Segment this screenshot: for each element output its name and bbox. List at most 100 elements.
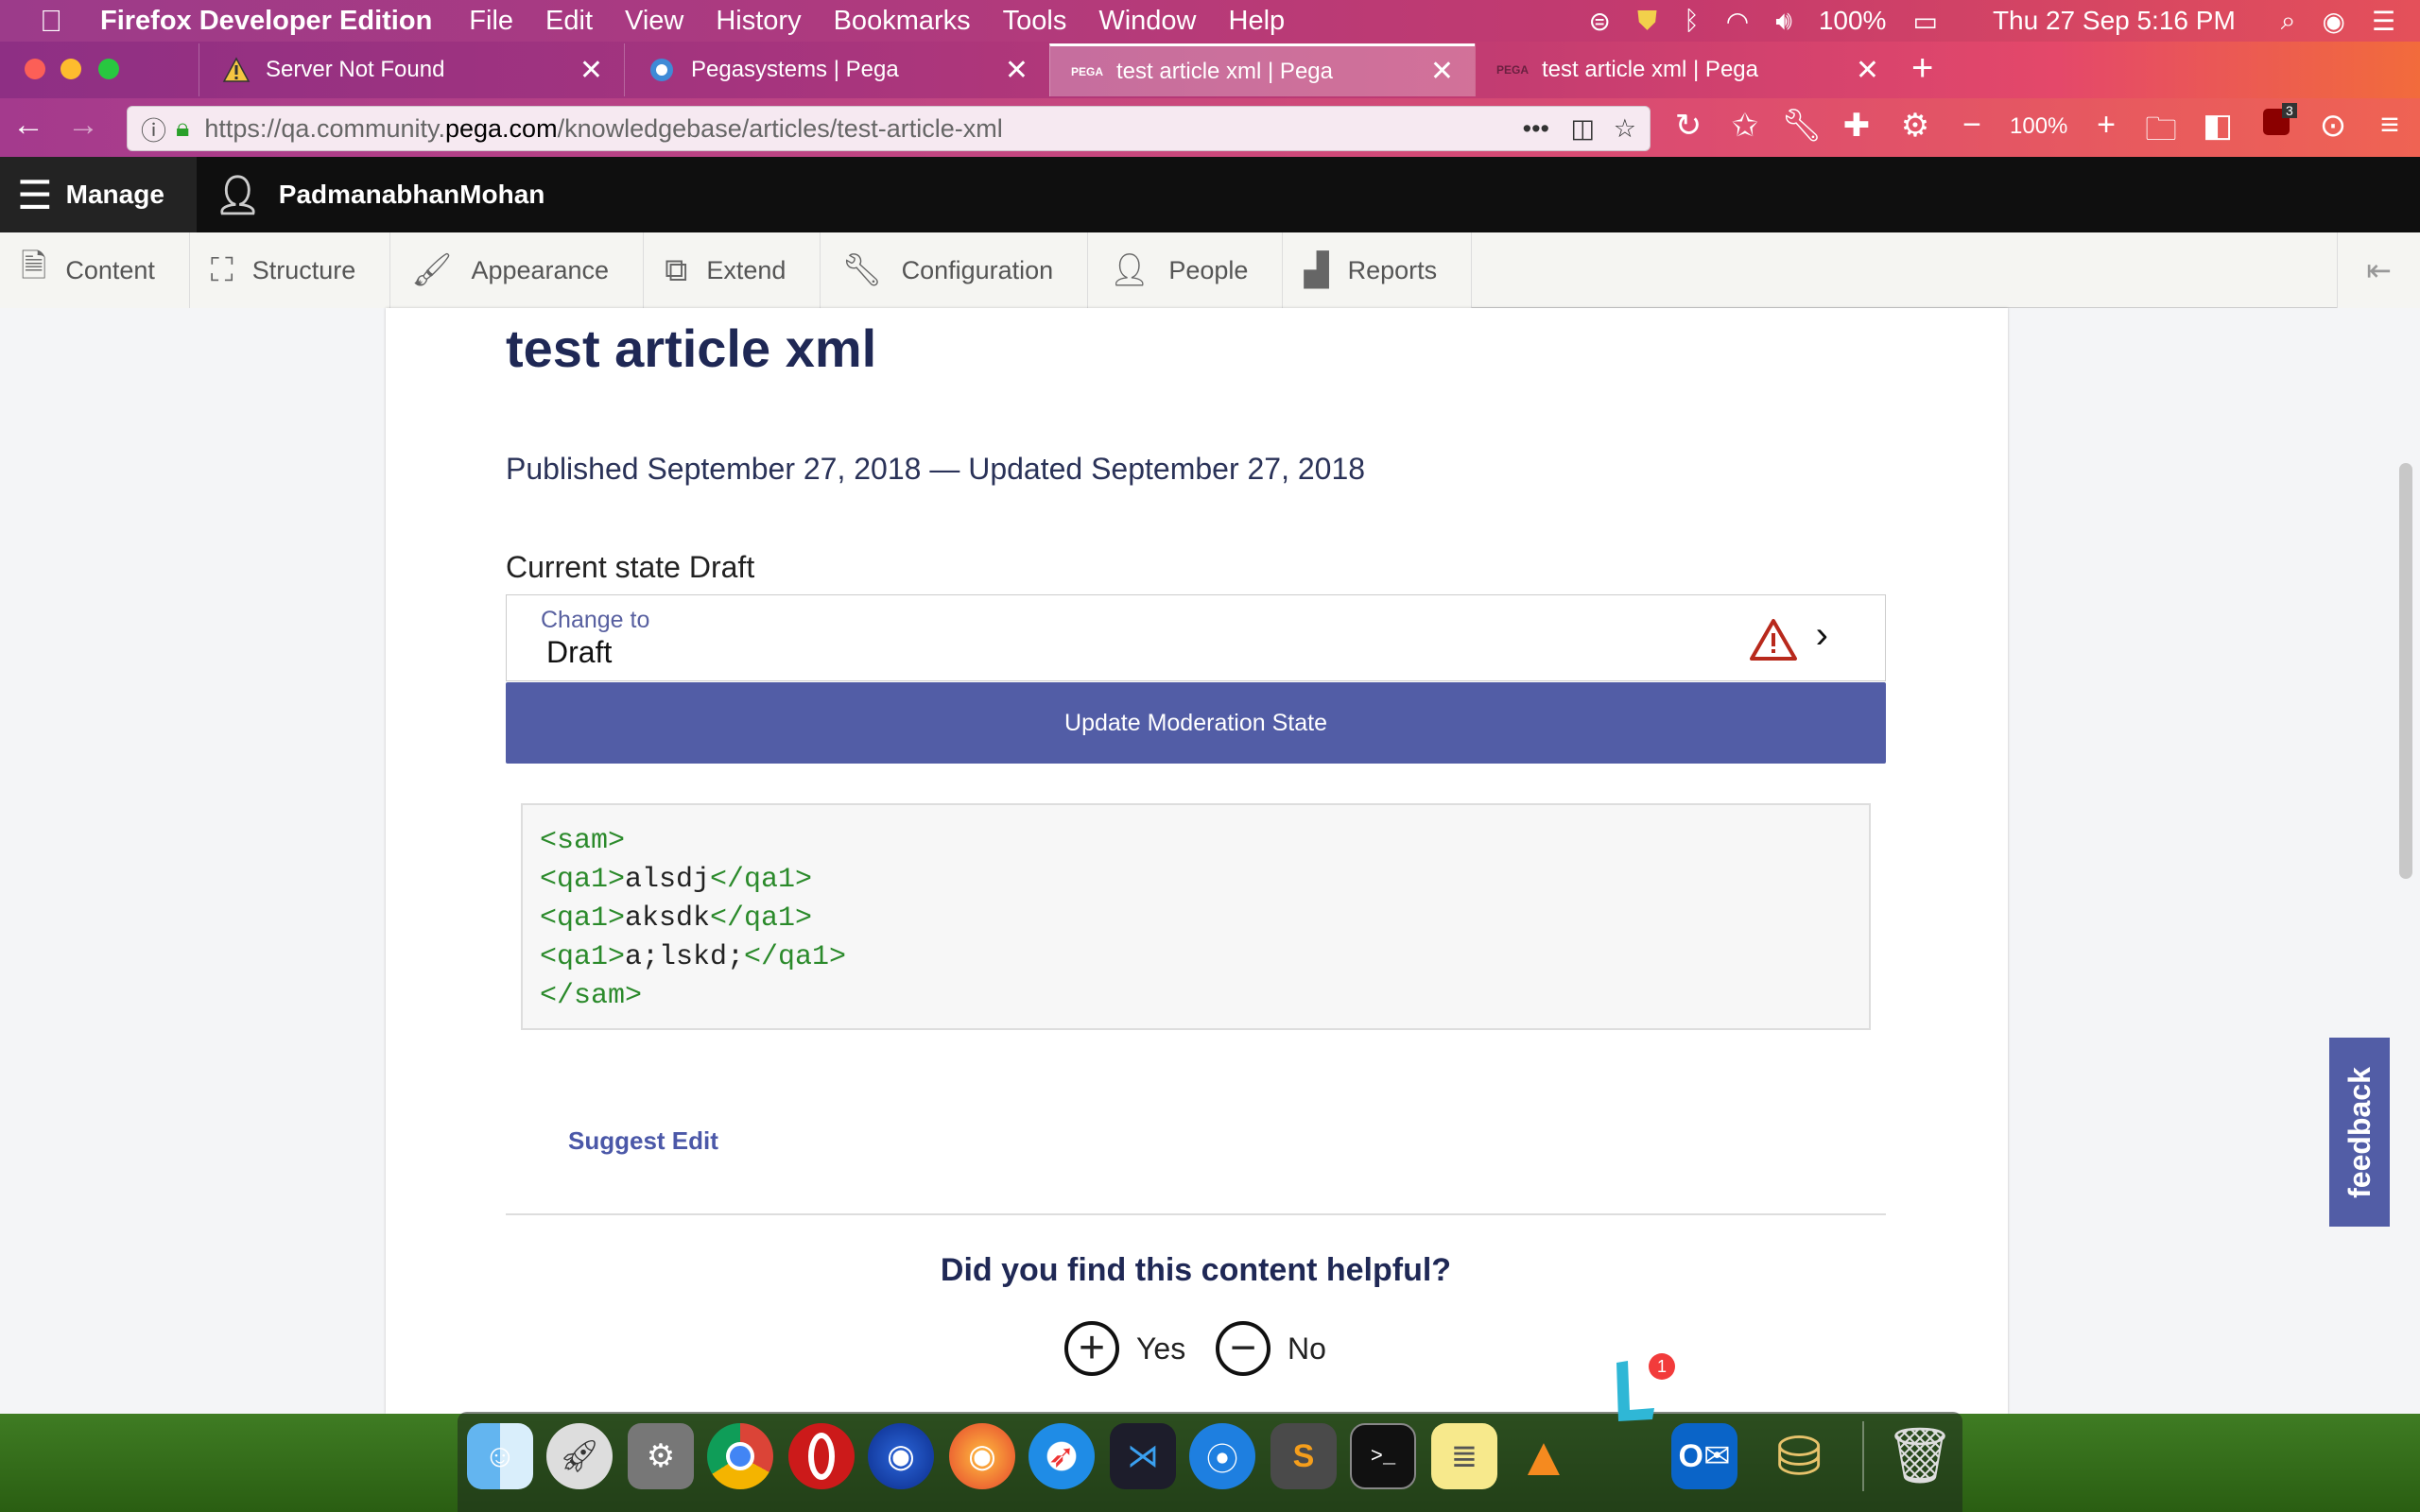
shield-icon[interactable]: ⛊ xyxy=(1637,6,1657,37)
spotlight-search-icon[interactable]: ⌕ xyxy=(2281,6,2296,37)
battery-icon[interactable]: ▭ xyxy=(1912,6,1937,37)
close-tab-icon[interactable]: ✕ xyxy=(1856,54,1879,87)
reader-view-icon[interactable]: ◧ xyxy=(2197,107,2238,145)
tray-collapse-button[interactable]: ⇤ xyxy=(2337,232,2420,308)
menu-help[interactable]: Help xyxy=(1213,6,1302,37)
lasso-app-icon[interactable]: 1 xyxy=(1607,1353,1675,1429)
close-tab-icon[interactable]: ✕ xyxy=(1430,55,1454,88)
helpful-no-button[interactable]: − No xyxy=(1216,1321,1326,1376)
close-tab-icon[interactable]: ✕ xyxy=(1005,54,1028,87)
change-to-select[interactable]: Change to Draft › xyxy=(506,594,1886,681)
wrench-icon: 🔧︎ xyxy=(841,252,883,288)
tab-test-article[interactable]: PEGA test article xml | Pega ✕ xyxy=(1475,43,1900,96)
firefox-developer-icon[interactable]: ◉ xyxy=(868,1423,934,1489)
tab-test-article-active[interactable]: PEGA test article xml | Pega ✕ xyxy=(1049,43,1475,96)
zoom-in-icon[interactable]: + xyxy=(2085,107,2127,144)
vlc-icon[interactable]: ▲ xyxy=(1511,1423,1577,1489)
new-tab-button[interactable]: + xyxy=(1911,47,1933,90)
finder-icon[interactable]: ☺ xyxy=(467,1423,533,1489)
window-minimize-button[interactable] xyxy=(60,59,81,79)
system-preferences-icon[interactable]: ⚙ xyxy=(628,1423,694,1489)
tray-item-reports[interactable]: ▟ Reports xyxy=(1283,232,1473,308)
tray-item-people[interactable]: 👤︎ People xyxy=(1088,232,1284,308)
menu-history[interactable]: History xyxy=(700,6,817,37)
outlook-icon[interactable]: O✉ xyxy=(1671,1423,1737,1489)
terminal-icon[interactable]: >_ xyxy=(1350,1423,1416,1489)
maps-pin-icon[interactable]: ⦿ xyxy=(1189,1423,1255,1489)
window-zoom-button[interactable] xyxy=(98,59,119,79)
zoom-out-icon[interactable]: − xyxy=(1951,107,1993,144)
scrollbar[interactable] xyxy=(2399,463,2412,879)
battery-percent[interactable]: 100% xyxy=(1819,6,1887,36)
sublime-text-icon[interactable]: S xyxy=(1270,1423,1337,1489)
admin-tray: 🗎 Content ⛶ Structure 🖌︎ Appearance ⧉ Extend… xyxy=(0,232,2420,308)
menu-tools[interactable]: Tools xyxy=(987,6,1083,37)
trash-icon[interactable]: 🗑︎ xyxy=(1885,1423,1955,1489)
firefox-icon[interactable]: ◉ xyxy=(949,1423,1015,1489)
url-bar[interactable]: ⓘ 🔒︎ https://qa.community. pega.com/knowl… xyxy=(127,106,1651,151)
tray-item-structure[interactable]: ⛶ Structure xyxy=(189,232,391,308)
menu-edit[interactable]: Edit xyxy=(529,6,609,37)
collapse-icon: ⇤ xyxy=(2366,253,2392,287)
menu-bookmarks[interactable]: Bookmarks xyxy=(818,6,987,37)
minus-circle-icon: − xyxy=(1216,1321,1270,1376)
launchpad-icon[interactable]: 🚀︎ xyxy=(546,1423,613,1489)
app-name-menu[interactable]: Firefox Developer Edition xyxy=(79,6,453,37)
bluetooth-icon[interactable]: ᛒ xyxy=(1684,6,1700,36)
safari-icon[interactable]: ➶ xyxy=(1028,1423,1095,1489)
siri-icon[interactable]: ◉ xyxy=(2322,6,2344,37)
window-close-button[interactable] xyxy=(25,59,45,79)
manage-label: Manage xyxy=(65,180,164,209)
hamburger-menu-icon[interactable]: ≡ xyxy=(2369,107,2411,144)
menu-window[interactable]: Window xyxy=(1082,6,1212,37)
macos-menubar:  Firefox Developer Edition File Edit Vi… xyxy=(0,0,2420,42)
vscode-icon[interactable]: ⋊ xyxy=(1110,1423,1176,1489)
tray-item-configuration[interactable]: 🔧︎ Configuration xyxy=(821,232,1089,308)
pocket-icon[interactable]: ◫ xyxy=(1570,114,1595,144)
download-icon[interactable]: ⊙ xyxy=(2312,107,2354,145)
forward-button[interactable]: → xyxy=(62,107,104,144)
mirroring-icon[interactable]: ⊜ xyxy=(1588,6,1610,37)
volume-icon[interactable]: 🔊︎ xyxy=(1775,6,1792,37)
ublock-icon[interactable]: 3 xyxy=(2256,103,2297,144)
sequel-pro-icon[interactable]: ⛁ xyxy=(1766,1423,1832,1489)
manage-button[interactable]: ☰ Manage xyxy=(0,157,197,232)
tab-server-not-found[interactable]: Server Not Found ✕ xyxy=(199,43,624,96)
wifi-icon[interactable]: ◠ xyxy=(1726,6,1749,37)
apple-menu-icon[interactable]:  xyxy=(23,4,79,39)
admin-toolbar: ☰ Manage 👤︎ PadmanabhanMohan xyxy=(0,157,2420,232)
lock-icon[interactable]: 🔒︎ xyxy=(176,113,189,144)
reload-icon[interactable]: ↻ xyxy=(1668,107,1709,145)
tray-item-content[interactable]: 🗎 Content xyxy=(0,232,190,308)
suggest-edit-link[interactable]: Suggest Edit xyxy=(568,1126,718,1156)
notification-center-icon[interactable]: ☰ xyxy=(2372,6,2395,37)
tray-label: Structure xyxy=(251,255,356,284)
tab-pegasystems[interactable]: Pegasystems | Pega ✕ xyxy=(624,43,1049,96)
close-tab-icon[interactable]: ✕ xyxy=(579,54,603,87)
opera-icon[interactable] xyxy=(788,1423,855,1489)
wrench-icon[interactable]: 🔧︎ xyxy=(1781,107,1823,145)
helpful-yes-button[interactable]: + Yes xyxy=(1064,1321,1185,1376)
gear-icon[interactable]: ⚙ xyxy=(1894,107,1936,145)
notes-icon[interactable]: ≣ xyxy=(1431,1423,1497,1489)
extensions-icon[interactable]: ✚ xyxy=(1836,107,1877,145)
hamburger-icon: ☰ xyxy=(17,172,53,217)
menu-view[interactable]: View xyxy=(609,6,700,37)
menu-file[interactable]: File xyxy=(453,6,529,37)
code-line: <qa1>alsdj</qa1> xyxy=(540,861,1852,900)
zoom-level[interactable]: 100% xyxy=(2010,113,2067,140)
user-menu[interactable]: 👤︎ PadmanabhanMohan xyxy=(214,157,544,232)
tray-item-appearance[interactable]: 🖌︎ Appearance xyxy=(390,232,645,308)
back-button[interactable]: ← xyxy=(8,107,49,144)
folder-icon[interactable]: 🗀 xyxy=(2140,107,2182,161)
bookmarks-icon[interactable]: ✩ xyxy=(1724,107,1766,145)
feedback-tab[interactable]: feedback xyxy=(2329,1038,2390,1227)
chevron-right-icon: › xyxy=(1815,614,1828,656)
tray-item-extend[interactable]: ⧉ Extend xyxy=(644,232,821,308)
bookmark-star-icon[interactable]: ☆ xyxy=(1614,114,1636,144)
page-actions-icon[interactable]: ••• xyxy=(1523,114,1549,144)
clock[interactable]: Thu 27 Sep 5:16 PM xyxy=(1993,6,2236,36)
chrome-icon[interactable] xyxy=(707,1423,773,1489)
update-moderation-state-button[interactable]: Update Moderation State xyxy=(506,682,1886,764)
info-icon[interactable]: ⓘ xyxy=(141,111,166,147)
